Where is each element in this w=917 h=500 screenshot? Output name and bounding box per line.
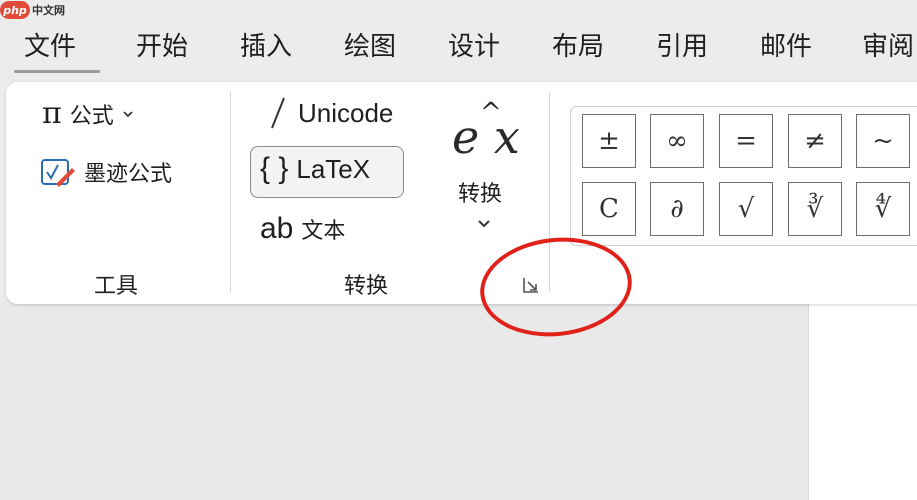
ab-icon: ab (260, 212, 294, 245)
active-tab-indicator (14, 70, 100, 73)
ink-equation-label: 墨迹公式 (84, 162, 173, 187)
symbol-not-equal[interactable]: ≠ (788, 114, 842, 168)
tab-design[interactable]: 设计 (448, 26, 500, 63)
tools-group-label: 工具 (94, 274, 139, 299)
symbol-square-root[interactable]: √ (719, 182, 773, 236)
tab-draw[interactable]: 绘图 (344, 26, 396, 63)
document-background (0, 300, 808, 500)
tab-home[interactable]: 开始 (136, 26, 188, 63)
convert-icon[interactable]: e x (452, 110, 520, 164)
convert-chevron-down-icon[interactable] (476, 218, 492, 230)
group-divider (230, 92, 231, 292)
slash-icon (271, 97, 285, 129)
symbol-tilde[interactable]: ~ (856, 114, 910, 168)
menu-bar: 文件 开始 插入 绘图 设计 布局 引用 邮件 审阅 (0, 22, 917, 72)
symbol-infinity[interactable]: ∞ (650, 114, 704, 168)
tab-mailings[interactable]: 邮件 (760, 26, 812, 63)
watermark-text: 中文网 (32, 4, 65, 17)
tab-insert[interactable]: 插入 (240, 26, 292, 63)
braces-icon: { } (260, 152, 289, 185)
convert-button[interactable]: 转换 (458, 176, 502, 208)
tab-file[interactable]: 文件 (24, 26, 76, 63)
ink-equation-icon (41, 159, 75, 187)
watermark: php 中文网 (0, 0, 65, 20)
php-logo: php (0, 1, 30, 19)
unicode-label: Unicode (298, 97, 394, 128)
tab-review[interactable]: 审阅 (862, 26, 914, 63)
tab-layout[interactable]: 布局 (552, 26, 604, 63)
latex-button-content: { } LaTeX (260, 152, 370, 186)
ink-equation-button[interactable]: 墨迹公式 (40, 156, 172, 188)
symbol-complement[interactable]: C (582, 182, 636, 236)
tab-references[interactable]: 引用 (656, 26, 708, 63)
convert-group-label: 转换 (344, 274, 389, 299)
symbol-cube-root[interactable]: ∛ (788, 182, 842, 236)
document-page[interactable] (808, 300, 917, 500)
equation-label: 公式 (69, 104, 114, 129)
latex-label: LaTeX (296, 153, 371, 184)
text-label: 文本 (301, 219, 346, 244)
symbol-equals[interactable]: = (719, 114, 773, 168)
symbol-plus-minus[interactable]: ± (582, 114, 636, 168)
pi-icon: π (42, 96, 62, 131)
chevron-down-icon (123, 111, 133, 118)
convert-label: 转换 (458, 182, 503, 207)
symbol-fourth-root[interactable]: ∜ (856, 182, 910, 236)
text-button[interactable]: ab 文本 (260, 212, 345, 246)
unicode-button[interactable]: Unicode (266, 96, 393, 130)
symbol-partial[interactable]: ∂ (650, 182, 704, 236)
equation-button[interactable]: π 公式 (42, 98, 134, 130)
